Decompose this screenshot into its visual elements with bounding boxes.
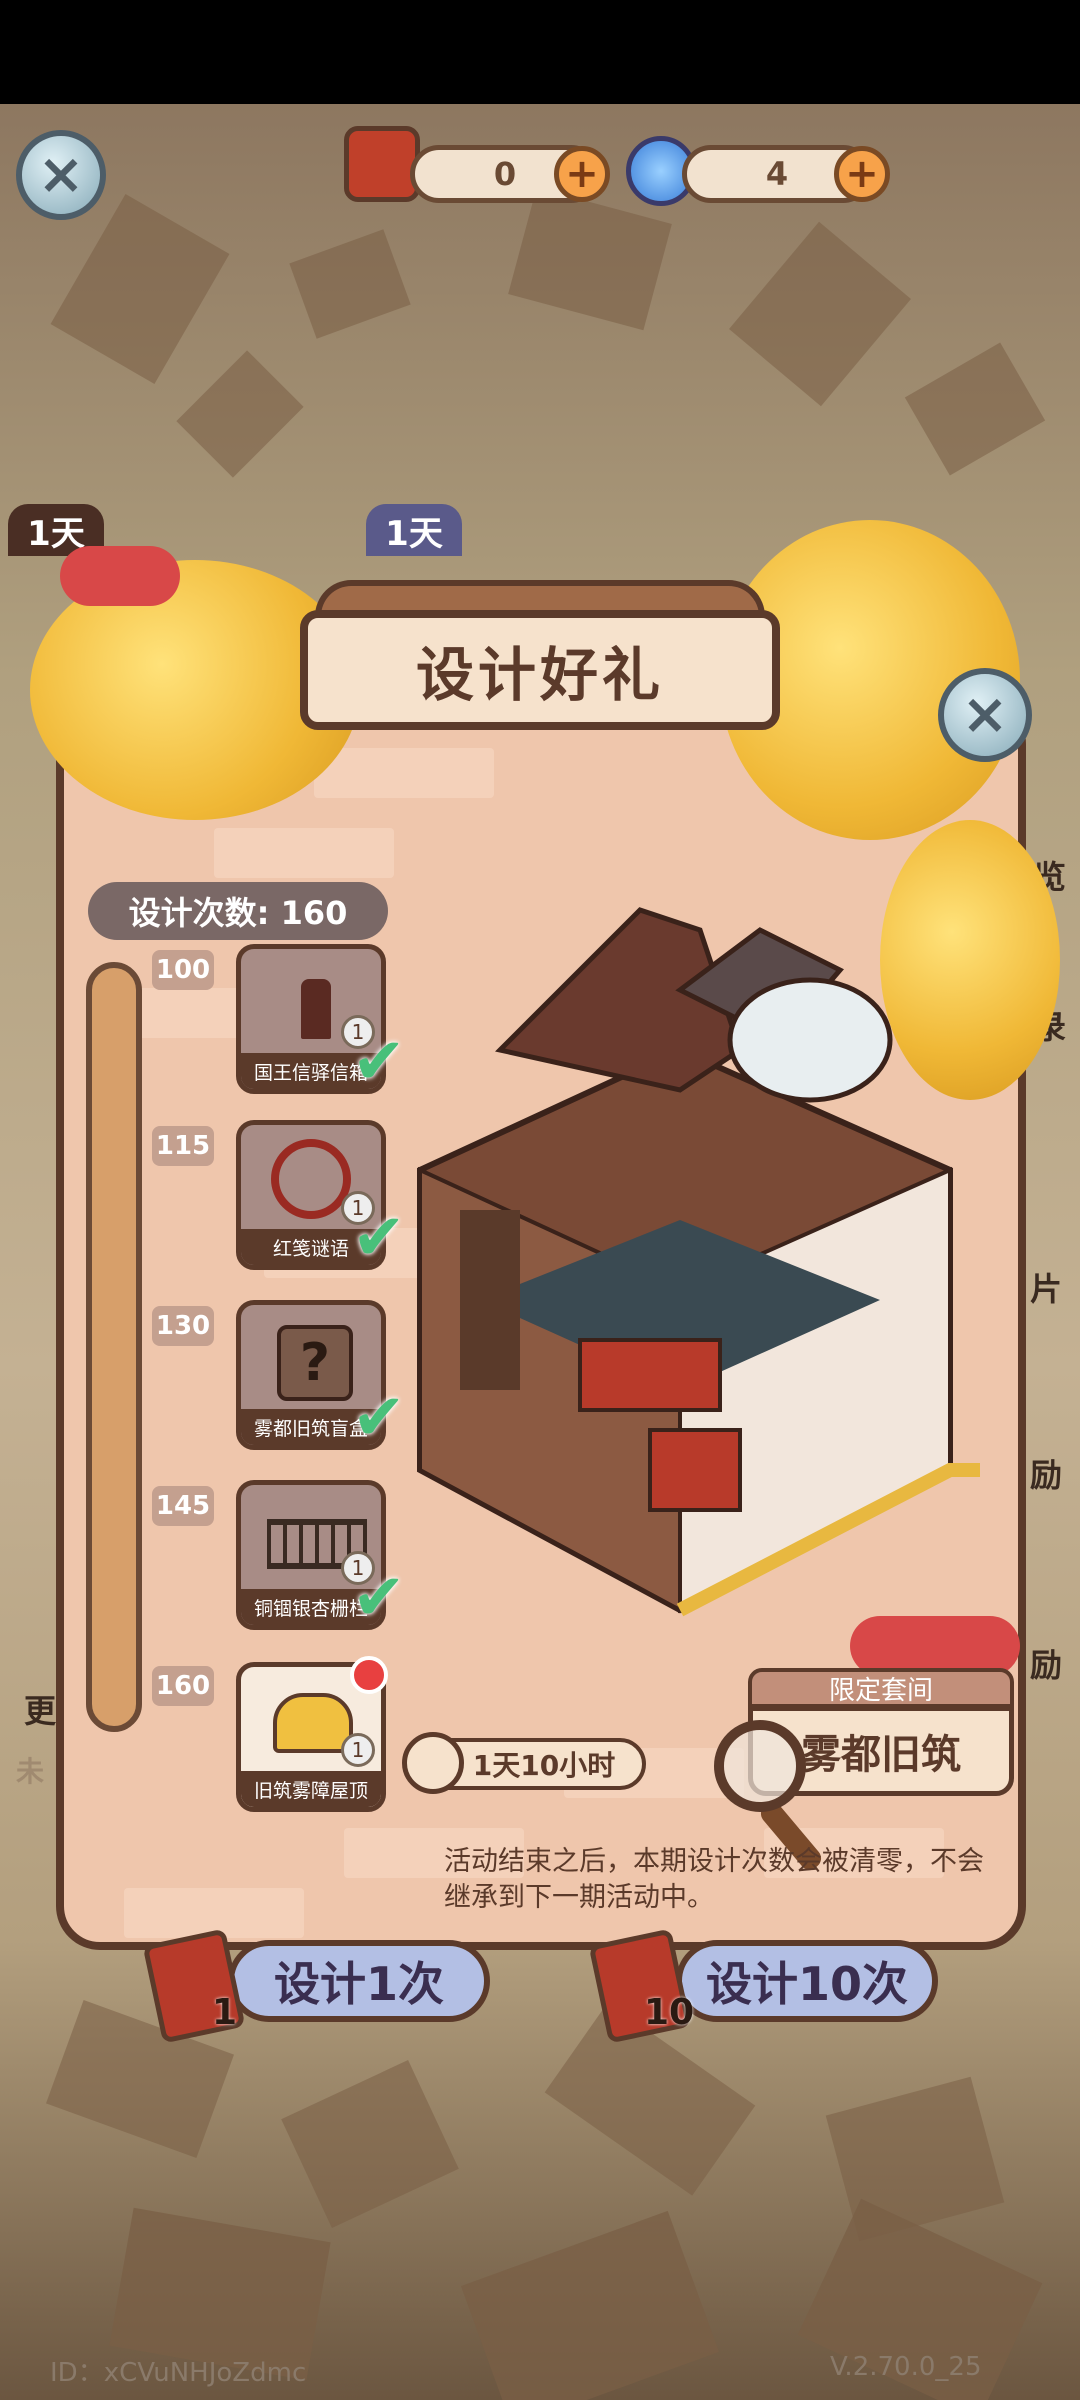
version: V.2.70.0_25: [830, 2352, 982, 2382]
side-label-left: 更: [24, 1692, 57, 1730]
close-icon[interactable]: ×: [16, 130, 106, 220]
tier-label: 160: [152, 1666, 214, 1706]
set-label: 限定套间: [748, 1668, 1014, 1708]
design-ten-button[interactable]: 设计10次: [676, 1940, 938, 2022]
side-label-left-faded: 未: [16, 1755, 45, 1788]
title-plate: 设计好礼: [300, 580, 780, 750]
progress-track: [86, 962, 142, 1732]
reward-name: 旧筑雾障屋顶: [241, 1771, 381, 1807]
side-label-4: 励: [1030, 1456, 1063, 1494]
tier-label: 130: [152, 1306, 214, 1346]
magnifier-icon[interactable]: [714, 1720, 806, 1812]
status-bar: [0, 0, 1080, 104]
side-label-5: 励: [1030, 1646, 1063, 1684]
notification-dot: [350, 1656, 388, 1694]
tier-label: 115: [152, 1126, 214, 1166]
bg-tab-mid: 1天: [366, 504, 462, 556]
design-ten-cost: 10: [644, 1992, 695, 2033]
clock-icon: [402, 1732, 464, 1794]
mystery-box-icon: ?: [277, 1325, 353, 1401]
camellia-flowers: [60, 546, 180, 606]
check-icon: ✔: [352, 1025, 406, 1099]
design-count: 设计次数: 160: [88, 882, 388, 940]
panel-close-icon[interactable]: ×: [938, 668, 1032, 762]
user-id: ID：xCVuNHJoZdmc: [50, 2358, 307, 2388]
panel-title: 设计好礼: [300, 610, 780, 730]
check-icon: ✔: [352, 1381, 406, 1455]
tier-label: 100: [152, 950, 214, 990]
wreath-icon: [271, 1139, 351, 1219]
reward-count: 1: [341, 1733, 375, 1767]
notice-text: 活动结束之后，本期设计次数会被清零，不会继承到下一期活动中。: [444, 1846, 984, 1913]
add-ticket-button[interactable]: +: [554, 146, 610, 202]
house-illustration: [417, 907, 980, 1617]
check-icon: ✔: [352, 1561, 406, 1635]
side-label-3: 片: [1030, 1270, 1063, 1308]
design-once-button[interactable]: 设计1次: [228, 1940, 490, 2022]
ticket-icon: [344, 126, 420, 202]
mailbox-icon: [301, 979, 331, 1039]
add-swirl-button[interactable]: +: [834, 146, 890, 202]
check-icon: ✔: [352, 1201, 406, 1275]
design-once-cost: 1: [212, 1992, 238, 2033]
tier-label: 145: [152, 1486, 214, 1526]
